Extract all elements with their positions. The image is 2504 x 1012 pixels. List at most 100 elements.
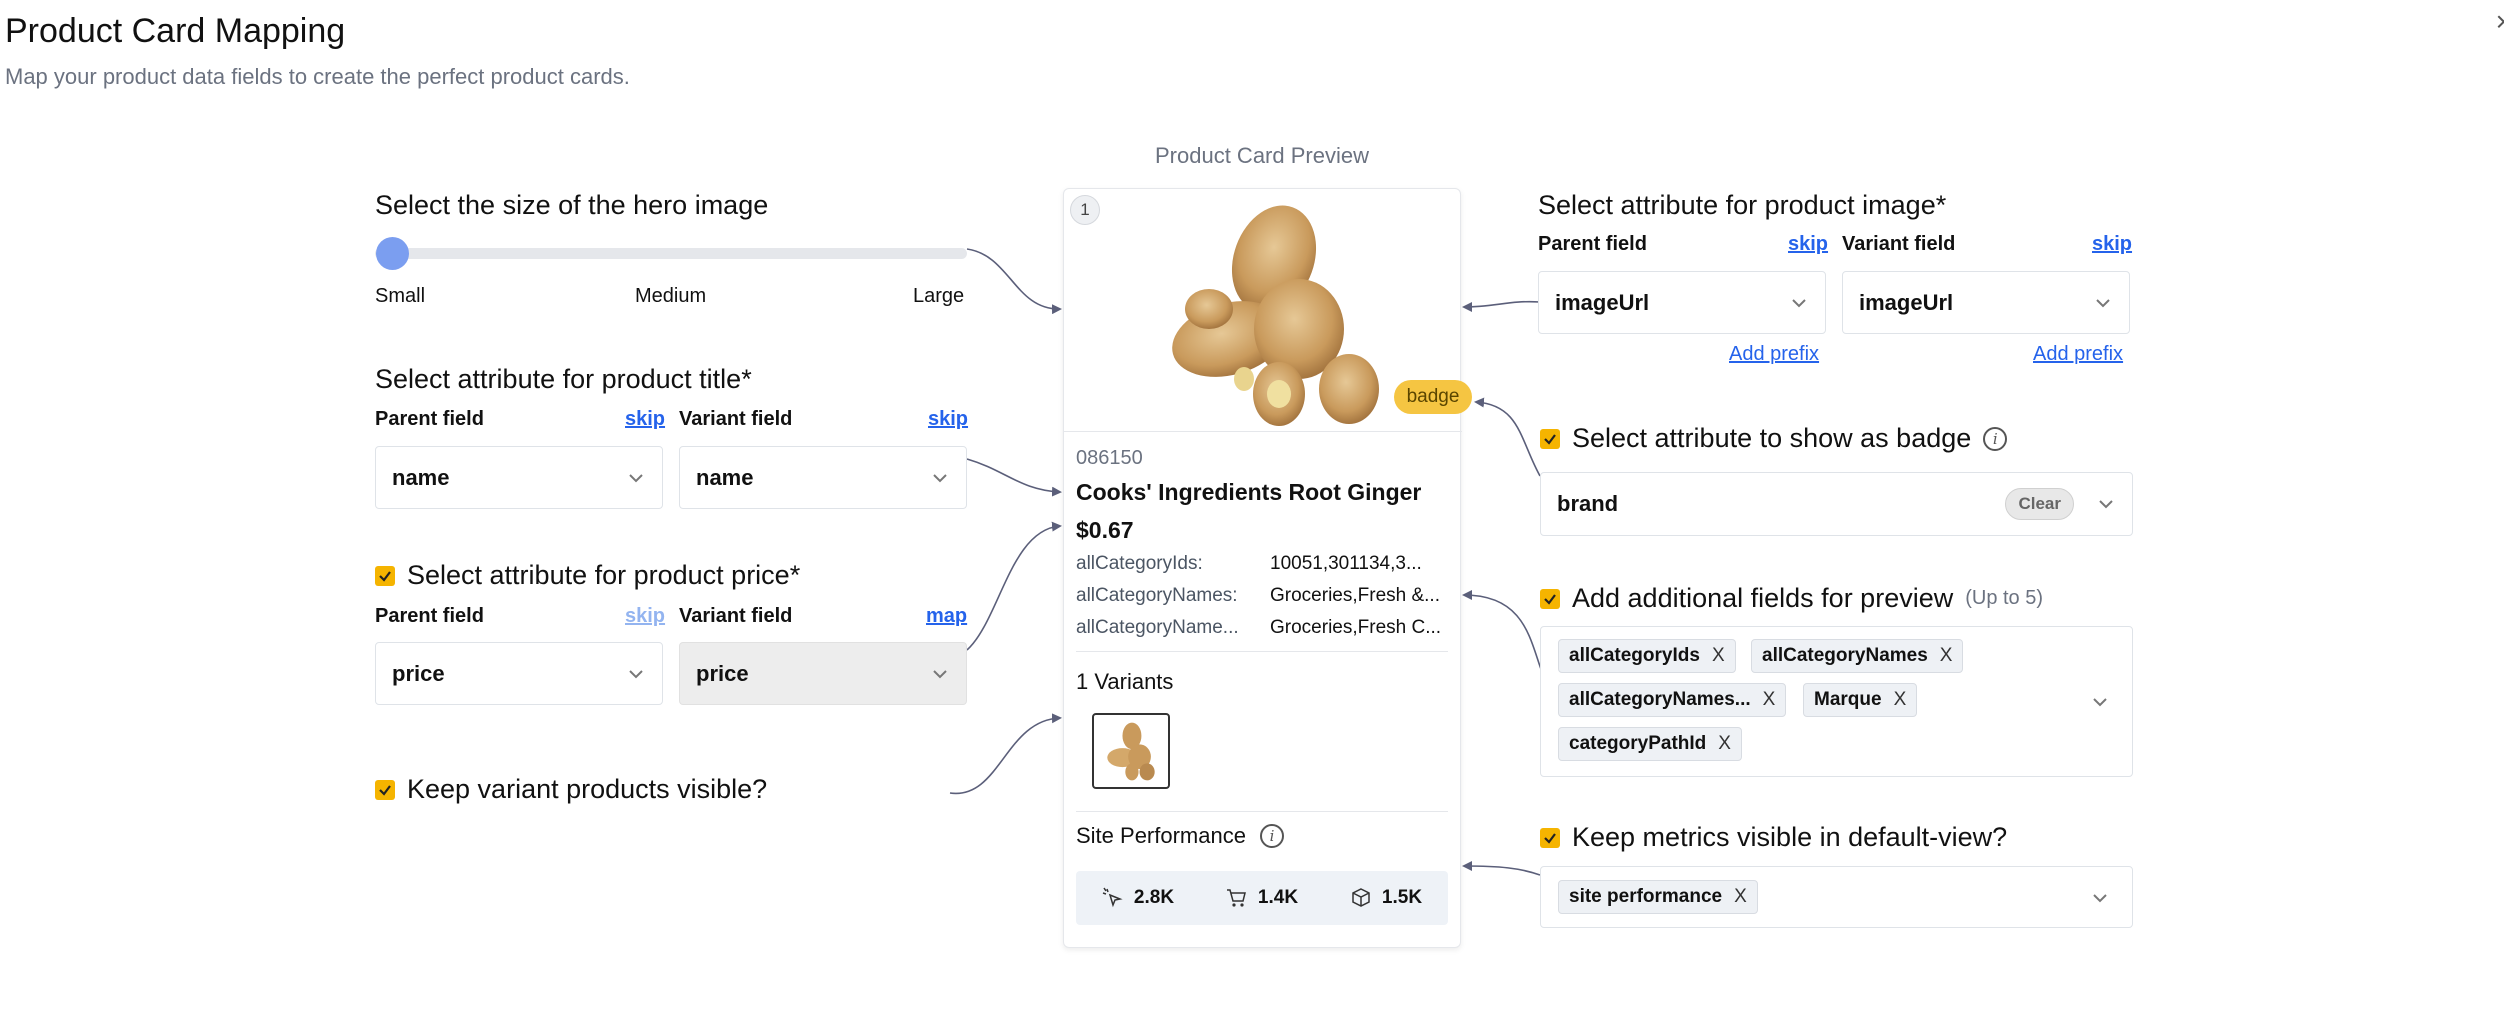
product-title-variant-skip-link[interactable]: skip (928, 408, 968, 431)
product-image-parent-skip-link[interactable]: skip (1788, 233, 1828, 256)
badge-clear-button[interactable]: Clear (2005, 488, 2074, 520)
remove-tag-button[interactable]: X (1712, 645, 1725, 667)
field-tag: allCategoryNames X (1751, 639, 1964, 673)
keep-variants-checkbox[interactable] (375, 779, 395, 800)
product-title-variant-select[interactable]: name (679, 446, 967, 509)
connector-variants (949, 713, 1062, 795)
field-tag: allCategoryNames... X (1558, 683, 1787, 717)
product-price-variant-label: Variant field (679, 605, 793, 627)
metrics-visible-checkbox[interactable] (1540, 827, 1560, 848)
hero-size-medium-label[interactable]: Medium (635, 285, 706, 308)
chevron-down-icon (629, 669, 643, 678)
badge-heading: Select attribute to show as badge (1572, 423, 1972, 453)
product-image-parent-value: imageUrl (1555, 289, 1650, 315)
hero-size-heading: Select the size of the hero image (375, 190, 769, 220)
product-image-parent-label: Parent field (1538, 233, 1647, 255)
hero-size-small-label[interactable]: Small (375, 285, 425, 308)
product-image-heading: Select attribute for product image* (1538, 190, 1947, 220)
card-variants-label: 1 Variants (1076, 669, 1174, 694)
info-icon[interactable]: i (1259, 824, 1284, 848)
click-icon (1102, 887, 1123, 908)
field-tag: categoryPathId X (1558, 727, 1742, 761)
site-performance-label: Site Performance (1076, 823, 1246, 848)
site-performance-metrics: 2.8K 1.4K 1.5K (1076, 871, 1448, 925)
hero-size-slider-thumb[interactable] (376, 237, 409, 270)
chevron-down-icon (2093, 894, 2107, 903)
metric-orders: 1.5K (1350, 887, 1422, 909)
page-title: Product Card Mapping (5, 12, 346, 50)
card-title: Cooks' Ingredients Root Ginger (1076, 479, 1422, 505)
badge-checkbox[interactable] (1540, 428, 1560, 449)
box-icon (1352, 888, 1370, 907)
badge-value: brand (1557, 491, 1619, 516)
product-image-variant-add-prefix-link[interactable]: Add prefix (2033, 343, 2123, 366)
badge-heading-row: Select attribute to show as badge i (1540, 423, 2008, 454)
close-icon[interactable]: × (2496, 6, 2504, 38)
connector-additional (1462, 590, 1543, 673)
product-price-variant-select[interactable]: price (679, 642, 967, 705)
hero-size-large-label[interactable]: Large (913, 285, 964, 308)
product-title-parent-select[interactable]: name (375, 446, 663, 509)
product-title-parent-skip-link[interactable]: skip (625, 408, 665, 431)
keep-variants-row: Keep variant products visible? (375, 774, 767, 805)
badge-select[interactable]: brand Clear (1540, 472, 2133, 536)
additional-fields-heading-row: Add additional fields for preview (Up to… (1540, 583, 2043, 614)
chevron-down-icon (629, 473, 643, 482)
card-attr-name: allCategoryName... (1076, 617, 1239, 638)
product-price-parent-label: Parent field (375, 605, 484, 627)
connector-title (966, 458, 1062, 497)
product-image-parent-select[interactable]: imageUrl (1538, 271, 1826, 334)
ginger-thumbnail-image (1107, 722, 1155, 781)
remove-tag-button[interactable]: X (1718, 733, 1731, 755)
additional-fields-checkbox[interactable] (1540, 588, 1560, 609)
card-attr-value: 10051,301134,3... (1270, 553, 1422, 574)
metric-clicks-value: 2.8K (1133, 887, 1175, 908)
product-price-checkbox[interactable] (375, 565, 395, 586)
card-attr-name: allCategoryIds: (1076, 553, 1203, 574)
card-attr-value: Groceries,Fresh C... (1270, 617, 1442, 638)
remove-tag-button[interactable]: X (1734, 886, 1747, 908)
product-image-variant-label: Variant field (1842, 233, 1956, 255)
card-attr-name: allCategoryNames: (1076, 585, 1238, 606)
field-tag-label: Marque (1814, 689, 1882, 710)
product-card-preview: 1 badge 086150 Cooks' Ingredients Root G… (1063, 188, 1472, 948)
hero-size-slider-track[interactable] (375, 248, 967, 259)
field-tag-label: allCategoryIds (1569, 645, 1700, 666)
product-title-heading: Select attribute for product title* (375, 364, 752, 394)
product-title-variant-label: Variant field (679, 408, 793, 430)
product-title-parent-value: name (392, 464, 450, 490)
product-title-parent-label: Parent field (375, 408, 484, 430)
metric-cart-value: 1.4K (1257, 887, 1299, 908)
chevron-down-icon (1792, 298, 1806, 307)
keep-variants-heading: Keep variant products visible? (407, 774, 768, 804)
info-icon[interactable]: i (1983, 426, 2008, 451)
chevron-down-icon (2096, 298, 2110, 307)
metric-tag: site performance X (1558, 880, 1758, 914)
card-brand-badge: badge (1394, 380, 1472, 414)
product-price-heading: Select attribute for product price* (407, 560, 801, 590)
variant-thumbnail[interactable] (1092, 713, 1170, 789)
remove-tag-button[interactable]: X (1940, 645, 1953, 667)
connector-image (1462, 300, 1541, 312)
field-tag-label: allCategoryNames... (1569, 689, 1751, 710)
product-price-parent-select[interactable]: price (375, 642, 663, 705)
remove-tag-button[interactable]: X (1763, 689, 1776, 711)
additional-fields-select[interactable]: allCategoryIds X allCategoryNames X allC… (1540, 626, 2133, 777)
product-price-heading-row: Select attribute for product price* (375, 560, 800, 591)
product-image-parent-add-prefix-link[interactable]: Add prefix (1729, 343, 1819, 366)
product-image-variant-skip-link[interactable]: skip (2092, 233, 2132, 256)
site-performance-row: Site Performance i (1076, 823, 1284, 849)
product-price-variant-map-link[interactable]: map (926, 605, 967, 628)
metrics-visible-heading-row: Keep metrics visible in default-view? (1540, 822, 2007, 853)
connector-price (966, 521, 1062, 651)
product-image-variant-value: imageUrl (1859, 289, 1954, 315)
product-price-parent-skip-link[interactable]: skip (625, 605, 665, 628)
card-price: $0.67 (1076, 517, 1134, 543)
product-title-variant-value: name (696, 464, 754, 490)
chevron-down-icon (933, 473, 947, 482)
field-tag-label: categoryPathId (1569, 733, 1707, 754)
remove-tag-button[interactable]: X (1894, 689, 1907, 711)
additional-fields-hint: (Up to 5) (1965, 587, 2044, 609)
product-image-variant-select[interactable]: imageUrl (1842, 271, 2130, 334)
metrics-visible-select[interactable]: site performance X (1540, 866, 2133, 928)
